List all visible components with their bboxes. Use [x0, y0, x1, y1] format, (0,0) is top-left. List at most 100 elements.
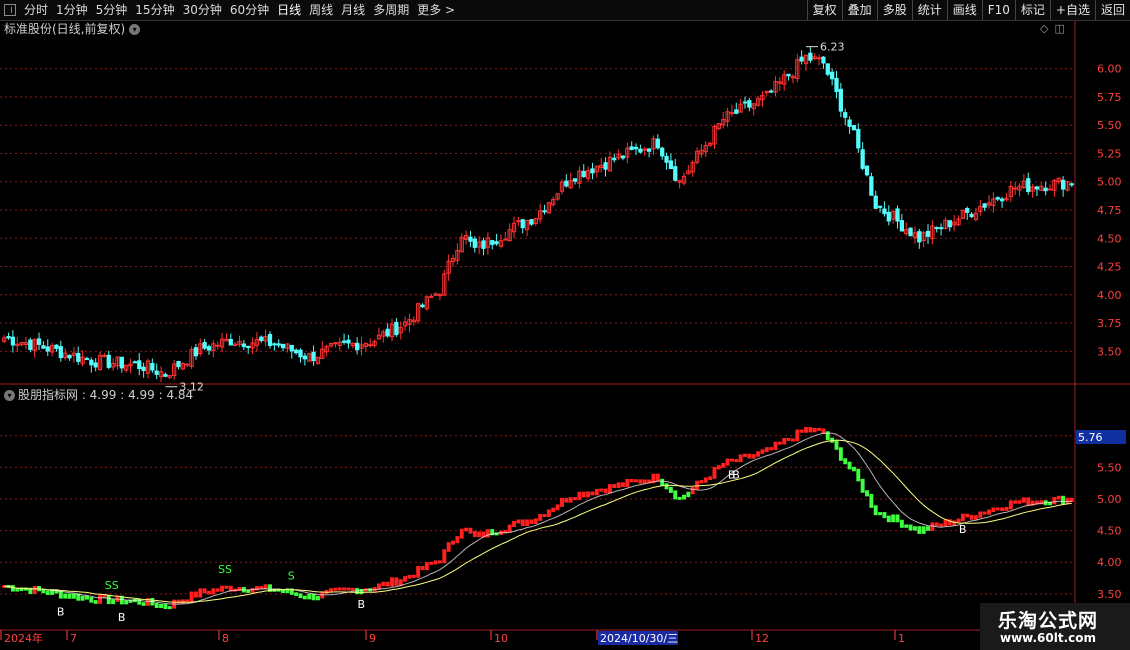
indicator-bar	[860, 478, 865, 493]
indicator-bar	[590, 491, 595, 496]
candle-body	[420, 304, 425, 308]
indicator-bar	[67, 593, 72, 599]
indicator-bar	[882, 512, 887, 519]
candle-body	[834, 77, 839, 92]
candle-body	[808, 52, 813, 61]
indicator-bar	[385, 581, 390, 587]
candle-body	[102, 354, 107, 357]
candle-body	[999, 198, 1005, 202]
indicator-bar	[220, 585, 225, 592]
indicator-bar	[512, 520, 516, 528]
indicator-bar	[878, 512, 883, 516]
indicator-bar	[1021, 497, 1026, 503]
indicator-bar	[725, 458, 730, 466]
panel-controls: ◇ ◫	[1040, 22, 1065, 35]
candle-body	[36, 338, 42, 345]
indicator-bar	[551, 507, 556, 513]
indicator-bar	[468, 527, 473, 534]
indicator-bar	[85, 595, 89, 600]
indicator-line-slow	[4, 439, 1072, 603]
indicator-bar	[342, 587, 347, 591]
candle-body	[934, 227, 939, 230]
candle-body	[629, 146, 634, 150]
indicator-bar	[520, 519, 525, 526]
indicator-bar	[978, 511, 983, 518]
candle-body	[246, 345, 251, 349]
indicator-bar	[895, 514, 900, 523]
candle-body	[821, 56, 826, 64]
buy-signal-label: B	[118, 611, 126, 624]
y-tick-label: 4.75	[1097, 204, 1122, 217]
indicator-bar	[873, 505, 878, 516]
candle-body	[899, 220, 905, 232]
indicator-bar	[529, 519, 534, 524]
indicator-bar	[424, 562, 429, 571]
indicator-bar	[1052, 496, 1057, 505]
candle-body	[41, 345, 46, 349]
indicator-bar	[808, 427, 813, 433]
indicator-bar	[433, 560, 438, 565]
indicator-bar	[350, 587, 355, 591]
panel-layout-icon[interactable]: ◫	[1054, 22, 1064, 35]
indicator-bar	[690, 487, 695, 495]
indicator-bar	[965, 513, 970, 518]
y-tick-label: 5.50	[1097, 119, 1122, 132]
indicator-bar	[825, 431, 830, 441]
indicator-bar	[586, 491, 591, 498]
indicator-bar	[786, 437, 791, 442]
indicator-bar	[934, 522, 939, 527]
indicator-bar	[124, 600, 129, 605]
indicator-bar	[625, 478, 630, 487]
indicator-bar	[603, 488, 608, 494]
indicator-bar	[337, 587, 342, 591]
chevron-down-icon[interactable]: ▾	[129, 23, 141, 35]
indicator-bar	[695, 480, 700, 490]
candle-body	[816, 57, 822, 60]
candle-body	[660, 147, 665, 157]
diamond-icon[interactable]: ◇	[1040, 22, 1048, 35]
indicator-bar	[106, 594, 111, 605]
indicator-bar	[176, 599, 181, 604]
indicator-bar	[891, 514, 896, 523]
candle-body	[925, 230, 931, 237]
indicator-bar	[189, 591, 194, 603]
indicator-bar	[211, 588, 216, 595]
candle-body	[882, 208, 887, 215]
indicator-bar	[751, 454, 756, 459]
indicator-bar	[307, 593, 312, 600]
indicator-bar	[738, 454, 743, 463]
indicator-bar	[756, 451, 761, 457]
candle-body	[494, 241, 499, 245]
indicator-bar	[734, 459, 739, 463]
indicator-bar	[612, 484, 617, 488]
candle-body	[742, 101, 748, 104]
candle-body	[67, 354, 72, 359]
indicator-bar	[394, 577, 399, 586]
candle-body	[333, 342, 338, 345]
stock-chart[interactable]: 6.00 5.75 5.50 5.25 5.00 4.75 4.50 4.25 4.00 3.75…	[0, 0, 1130, 650]
indicator-bar	[769, 447, 774, 451]
candle-body	[241, 343, 246, 348]
indicator-bar	[795, 429, 800, 442]
buy-signal-label: B	[358, 598, 366, 611]
indicator-bar	[1061, 495, 1066, 505]
indicator-bar	[838, 447, 843, 461]
indicator-bar	[477, 531, 482, 537]
candle-body	[1047, 188, 1053, 191]
y-tick-label: 5.50	[1097, 461, 1122, 474]
candle-body	[490, 240, 495, 245]
chevron-down-icon[interactable]: ▾	[4, 389, 15, 401]
candle-body	[503, 238, 508, 241]
candle-body	[590, 168, 595, 174]
candle-body	[341, 340, 347, 343]
indicator-bar	[542, 514, 547, 518]
x-tick-label: 7	[70, 632, 77, 645]
candle-body	[150, 363, 155, 371]
y-tick-label: 4.25	[1097, 261, 1122, 274]
candle-body	[185, 363, 190, 366]
y-tick-label: 5.75	[1097, 91, 1122, 104]
indicator-bar	[851, 466, 856, 472]
price-tag-label: 5.76	[1078, 431, 1103, 444]
indicator-bar	[869, 493, 874, 508]
candle-body	[1026, 178, 1031, 192]
